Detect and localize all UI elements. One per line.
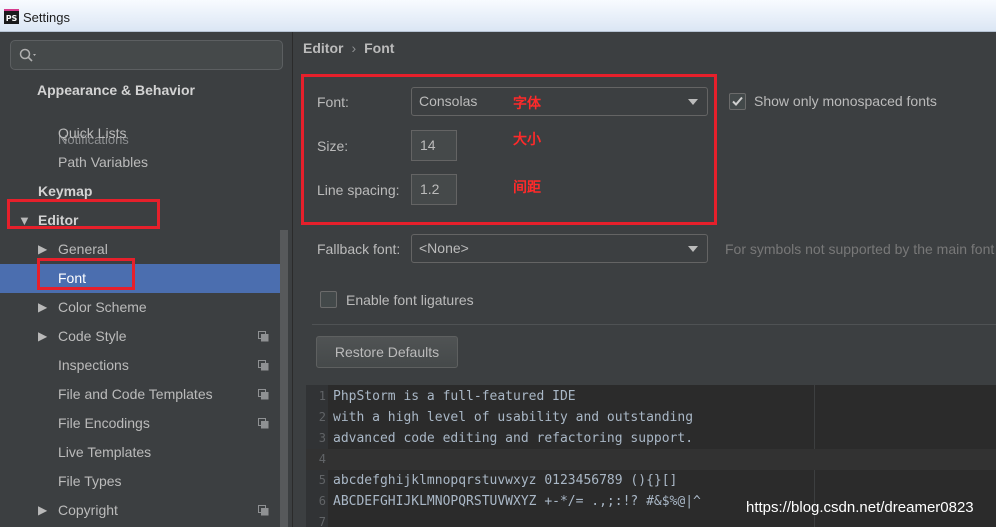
breadcrumb-parent[interactable]: Editor	[303, 40, 343, 56]
line-number: 4	[318, 452, 326, 466]
sidebar-scrollbar[interactable]	[280, 230, 288, 527]
line-number: 7	[318, 515, 326, 527]
preview-line-current: 4	[306, 449, 996, 470]
sidebar-item-live-templates[interactable]: Live Templates	[0, 438, 280, 467]
sidebar-item-label: Live Templates	[58, 444, 152, 460]
font-ligatures-checkbox[interactable]	[320, 291, 337, 308]
window-titlebar: PS Settings	[0, 0, 996, 32]
settings-tree: Notifications Appearance & Behavior Quic…	[0, 76, 280, 527]
sidebar-item-file-code-templates[interactable]: File and Code Templates	[0, 380, 280, 409]
preview-line-text: PhpStorm is a full-featured IDE	[333, 389, 576, 404]
sidebar-item-inspections[interactable]: Inspections	[0, 351, 280, 380]
sidebar-item-copyright[interactable]: ▶ Copyright	[0, 496, 280, 525]
sidebar-item-label: File Types	[58, 473, 122, 489]
settings-search-input[interactable]	[10, 40, 283, 70]
fallback-font-dropdown[interactable]: <None>	[411, 234, 708, 263]
font-preview-editor[interactable]: 1 PhpStorm is a full-featured IDE 2 with a…	[306, 385, 996, 527]
checkmark-icon	[732, 96, 743, 106]
line-number: 3	[318, 431, 326, 445]
fallback-font-value: <None>	[419, 240, 469, 256]
monospace-only-checkbox[interactable]	[729, 93, 746, 110]
sidebar-item-label: Copyright	[58, 502, 118, 518]
dropdown-arrow-icon	[688, 246, 698, 252]
sidebar-item-label: File and Code Templates	[58, 386, 213, 402]
sidebar-item-file-encodings[interactable]: File Encodings	[0, 409, 280, 438]
collapsed-arrow-icon[interactable]: ▶	[38, 496, 47, 525]
fallback-font-label: Fallback font:	[317, 241, 401, 257]
sidebar-item-label: Quick Lists	[58, 125, 127, 141]
sidebar-item-label: File Encodings	[58, 415, 150, 431]
project-settings-icon	[258, 418, 269, 429]
sidebar-item-path-variables[interactable]: Path Variables	[0, 148, 280, 177]
monospace-only-label[interactable]: Show only monospaced fonts	[754, 93, 937, 109]
breadcrumb-current: Font	[364, 40, 395, 56]
divider	[312, 324, 996, 325]
watermark-url: https://blog.csdn.net/dreamer0823	[746, 499, 974, 516]
sidebar-item-label: Code Style	[58, 328, 127, 344]
window-title: Settings	[23, 10, 70, 25]
sidebar-item-file-types[interactable]: File Types	[0, 467, 280, 496]
sidebar-item-label: Inspections	[58, 357, 129, 373]
sidebar-item-label: Appearance & Behavior	[37, 82, 195, 98]
annotation-box-font	[37, 258, 135, 290]
fallback-font-hint: For symbols not supported by the main fo…	[725, 241, 995, 257]
breadcrumb: Editor › Font	[303, 40, 394, 56]
line-number: 6	[318, 494, 326, 508]
collapsed-arrow-icon[interactable]: ▶	[38, 322, 47, 351]
line-number: 2	[318, 410, 326, 424]
restore-defaults-button[interactable]: Restore Defaults	[316, 336, 458, 368]
project-settings-icon	[258, 389, 269, 400]
line-number: 5	[318, 473, 326, 487]
line-number: 1	[318, 389, 326, 403]
sidebar-item-label: Color Scheme	[58, 299, 147, 315]
search-icon	[19, 48, 36, 62]
sidebar-item-label: Path Variables	[58, 154, 149, 170]
preview-line-text: ABCDEFGHIJKLMNOPQRSTUVWXYZ +-*/= .,;:!? …	[333, 494, 701, 509]
sidebar-item-color-scheme[interactable]: ▶ Color Scheme	[0, 293, 280, 322]
sidebar-item-appearance-behavior[interactable]: Appearance & Behavior	[0, 76, 280, 105]
project-settings-icon	[258, 360, 269, 371]
annotation-box-font-settings	[301, 74, 717, 225]
collapsed-arrow-icon[interactable]: ▶	[38, 293, 47, 322]
annotation-box-editor	[7, 199, 160, 229]
phpstorm-logo-icon: PS	[4, 9, 19, 24]
breadcrumb-separator: ›	[351, 40, 357, 56]
font-ligatures-label[interactable]: Enable font ligatures	[346, 292, 474, 308]
project-settings-icon	[258, 331, 269, 342]
preview-line-text: advanced code editing and refactoring su…	[333, 431, 694, 446]
sidebar-item-quick-lists[interactable]: Quick Lists	[0, 119, 280, 148]
sidebar-item-code-style[interactable]: ▶ Code Style	[0, 322, 280, 351]
project-settings-icon	[258, 505, 269, 516]
preview-line-text: with a high level of usability and outst…	[333, 410, 694, 425]
preview-line-text: abcdefghijklmnopqrstuvwxyz 0123456789 ()…	[333, 473, 678, 488]
